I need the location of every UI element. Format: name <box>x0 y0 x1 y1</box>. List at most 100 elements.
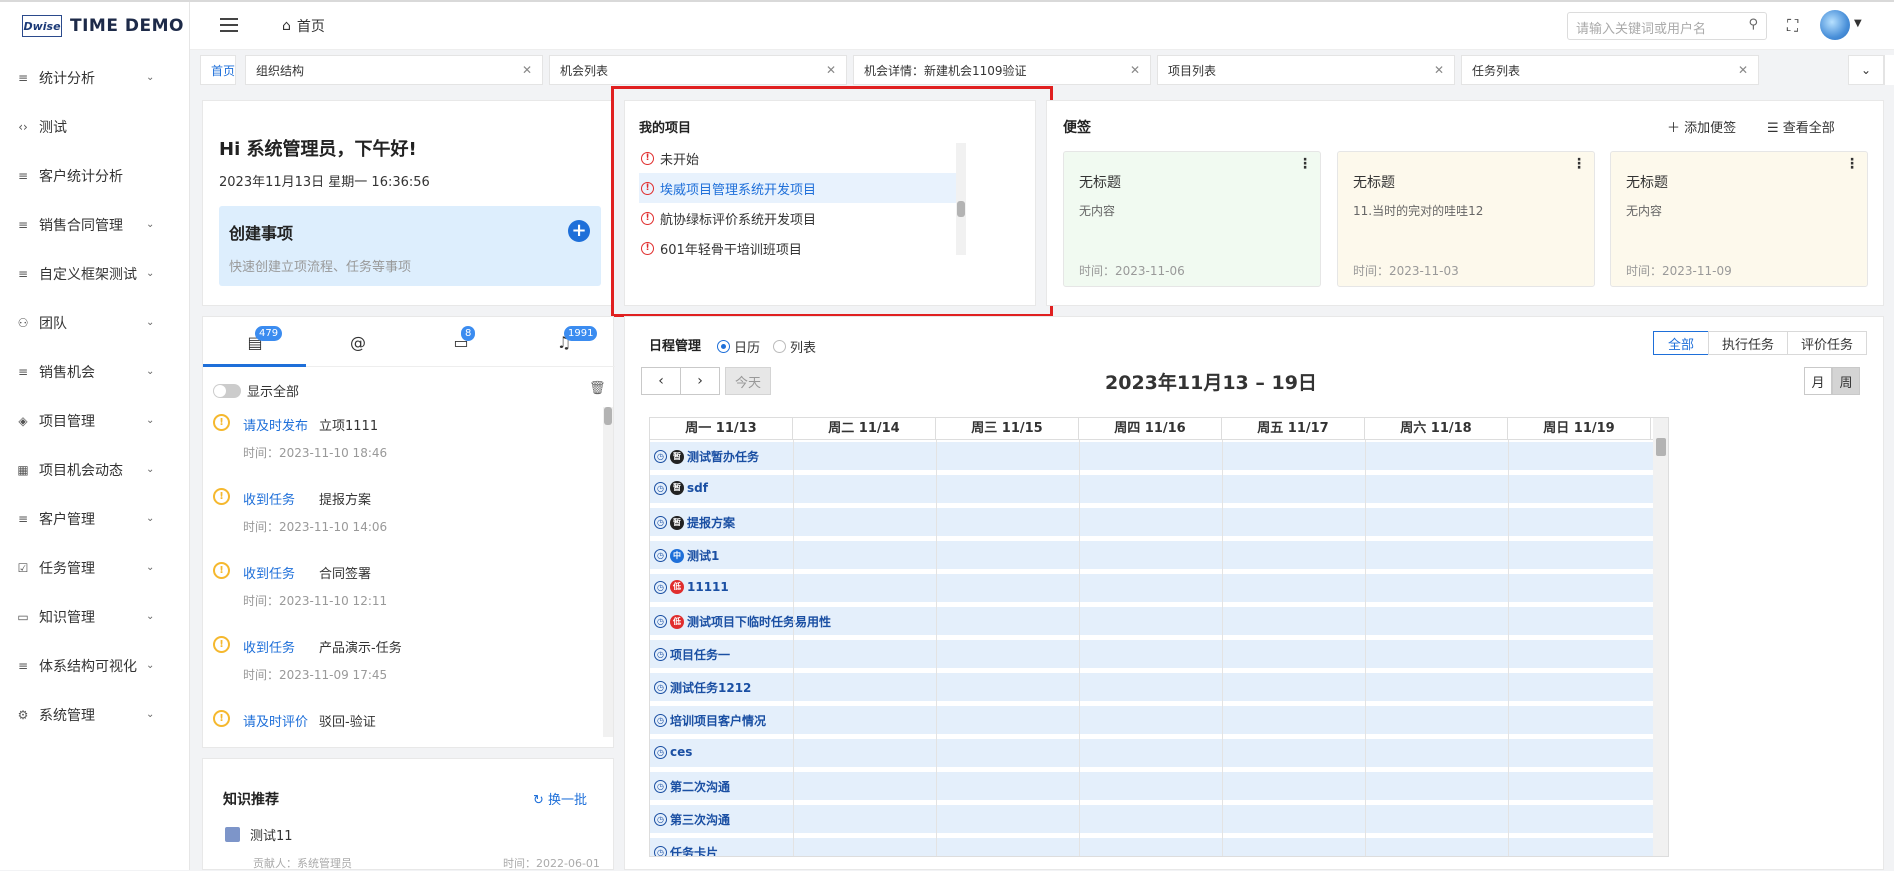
message-type-link[interactable]: 收到任务 <box>243 563 295 582</box>
message-type-link[interactable]: 收到任务 <box>243 637 295 656</box>
sidebar-item[interactable]: ≡ 体系结构可视化 ⌄ <box>0 641 189 690</box>
sidebar-item[interactable]: ≡ 销售合同管理 ⌄ <box>0 200 189 249</box>
close-icon[interactable]: ✕ <box>522 63 532 77</box>
close-icon[interactable]: ✕ <box>1738 63 1748 77</box>
event-bar[interactable] <box>650 805 1653 833</box>
filter-execute-button[interactable]: 执行任务 <box>1708 331 1788 355</box>
refresh-button[interactable]: ↻ 换一批 <box>533 789 587 808</box>
knowledge-item[interactable]: 测试11 <box>225 825 293 844</box>
tab-notifications[interactable]: ♫ 1991 <box>552 326 598 357</box>
calendar-event[interactable]: ◷ 培训项目客户情况 <box>650 705 1653 738</box>
sidebar-item[interactable]: ≡ 客户管理 ⌄ <box>0 494 189 543</box>
close-icon[interactable]: ✕ <box>1130 63 1140 77</box>
calendar-event[interactable]: ◷ 暂提报方案 <box>650 507 1653 540</box>
sidebar-item[interactable]: ▭ 知识管理 ⌄ <box>0 592 189 641</box>
next-week-button[interactable]: › <box>680 367 720 395</box>
calendar-event[interactable]: ◷ 低 11111 <box>650 573 1653 606</box>
message-scrollbar-thumb[interactable] <box>604 407 612 425</box>
breadcrumb[interactable]: ⌂ 首页 <box>282 16 325 36</box>
calendar-event[interactable]: ◷ 任务卡片 <box>650 837 1653 856</box>
message-type-link[interactable]: 请及时评价 <box>243 711 308 730</box>
note-card[interactable]: 无标题 无内容 时间：2023-11-06 ⋮ <box>1063 151 1321 287</box>
filter-evaluate-button[interactable]: 评价任务 <box>1787 331 1867 355</box>
add-note-button[interactable]: ＋ 添加便签 <box>1667 117 1736 136</box>
show-all-toggle[interactable]: 显示全部 <box>213 381 299 400</box>
more-icon[interactable]: ⋮ <box>1298 156 1312 172</box>
fullscreen-icon[interactable]: ⛶ <box>1787 16 1805 35</box>
tab-comments[interactable]: ▭ 8 <box>449 326 476 357</box>
tab-mentions[interactable]: @ <box>346 333 370 357</box>
menu-toggle-icon[interactable] <box>220 18 238 32</box>
event-bar[interactable] <box>650 673 1653 701</box>
message-item[interactable]: !请及时评价驳回-验证时间： <box>213 708 599 737</box>
calendar-scrollbar-thumb[interactable] <box>1656 438 1666 456</box>
message-item[interactable]: ! 收到任务 合同签署 时间：2023-11-10 12:11 <box>213 560 599 634</box>
note-card[interactable]: 无标题 11.当时的完对的哇哇12 时间：2023-11-03 ⋮ <box>1337 151 1595 287</box>
tab-opportunity-detail[interactable]: 机会详情：新建机会1109验证 ✕ <box>853 55 1151 85</box>
message-scrollbar[interactable] <box>603 407 613 737</box>
event-bar[interactable] <box>650 508 1653 536</box>
sidebar-item[interactable]: ▦ 项目机会动态 ⌄ <box>0 445 189 494</box>
add-icon[interactable]: + <box>568 220 590 242</box>
more-icon[interactable]: ⋮ <box>1845 156 1859 172</box>
calendar-event[interactable]: ◷ 暂 sdf <box>650 474 1653 507</box>
month-view-button[interactable]: 月 <box>1804 367 1832 395</box>
calendar-event[interactable]: ◷ 低测试项目下临时任务易用性 <box>650 606 1653 639</box>
event-bar[interactable] <box>650 838 1653 856</box>
event-bar[interactable] <box>650 739 1653 767</box>
event-bar[interactable] <box>650 772 1653 800</box>
tab-home[interactable]: 首页 <box>200 55 236 85</box>
calendar-event[interactable]: ◷ 项目任务一 <box>650 639 1653 672</box>
message-item[interactable]: ! 收到任务 提报方案 时间：2023-11-10 14:06 <box>213 486 599 560</box>
view-all-notes-button[interactable]: ☰ 查看全部 <box>1767 117 1835 136</box>
sidebar-item[interactable]: ≡ 客户统计分析 <box>0 151 189 200</box>
list-mode-radio[interactable]: 列表 <box>773 337 816 356</box>
tab-dropdown-button[interactable]: ⌄ <box>1848 55 1884 85</box>
tab-project-list[interactable]: 项目列表 ✕ <box>1157 55 1455 85</box>
search-input[interactable]: 请输入关键词或用户名 ⚲ <box>1567 12 1767 40</box>
message-type-link[interactable]: 收到任务 <box>243 489 295 508</box>
calendar-mode-radio[interactable]: 日历 <box>717 337 760 356</box>
calendar-event[interactable]: ◷ 中测试1 <box>650 540 1653 573</box>
search-icon[interactable]: ⚲ <box>1748 17 1758 32</box>
message-item[interactable]: ! 请及时发布 立项1111 时间：2023-11-10 18:46 <box>213 412 599 486</box>
sidebar-item[interactable]: ⚇ 团队 ⌄ <box>0 298 189 347</box>
calendar-scrollbar[interactable] <box>1653 418 1668 856</box>
week-view-button[interactable]: 周 <box>1832 367 1860 395</box>
prev-week-button[interactable]: ‹ <box>641 367 681 395</box>
sidebar-item[interactable]: ◈ 项目管理 ⌄ <box>0 396 189 445</box>
event-bar[interactable] <box>650 442 1653 470</box>
toggle-switch[interactable] <box>213 383 241 398</box>
message-item[interactable]: ! 收到任务 产品演示-任务 时间：2023-11-09 17:45 <box>213 634 599 708</box>
tab-org-structure[interactable]: 组织结构 ✕ <box>245 55 543 85</box>
calendar-event[interactable]: ◷ 第二次沟通 <box>650 771 1653 804</box>
sidebar-item[interactable]: ≡ 统计分析 ⌄ <box>0 53 189 102</box>
event-bar[interactable] <box>650 706 1653 734</box>
today-button[interactable]: 今天 <box>725 367 771 395</box>
tab-todo[interactable]: ▤ 479 <box>243 326 283 357</box>
event-bar[interactable] <box>650 640 1653 668</box>
sidebar-item[interactable]: ≡ 销售机会 ⌄ <box>0 347 189 396</box>
message-type-link[interactable]: 请及时发布 <box>243 415 308 434</box>
tab-task-list[interactable]: 任务列表 ✕ <box>1461 55 1759 85</box>
sidebar-item[interactable]: ‹› 测试 <box>0 102 189 151</box>
sidebar-item[interactable]: ≡ 自定义框架测试 ⌄ <box>0 249 189 298</box>
calendar-event[interactable]: ◷ 测试任务1212 <box>650 672 1653 705</box>
close-icon[interactable]: ✕ <box>826 63 836 77</box>
event-bar[interactable] <box>650 475 1653 503</box>
tab-opportunity-list[interactable]: 机会列表 ✕ <box>549 55 847 85</box>
trash-icon[interactable]: 🗑 <box>589 381 606 396</box>
sidebar-item[interactable]: ☑ 任务管理 ⌄ <box>0 543 189 592</box>
sidebar-item[interactable]: ⚙ 系统管理 ⌄ <box>0 690 189 739</box>
logo[interactable]: Dwise TIME DEMO <box>0 2 189 50</box>
calendar-event[interactable]: ◷ ces <box>650 738 1653 771</box>
calendar-event[interactable]: ◷ 第三次沟通 <box>650 804 1653 837</box>
calendar-event[interactable]: ◷ 暂测试暂办任务 <box>650 441 1653 474</box>
more-icon[interactable]: ⋮ <box>1572 156 1586 172</box>
create-item-card[interactable]: 创建事项 快速创建立项流程、任务等事项 + <box>219 206 601 286</box>
note-card[interactable]: 无标题 无内容 时间：2023-11-09 ⋮ <box>1610 151 1868 287</box>
event-bar[interactable] <box>650 541 1653 569</box>
close-icon[interactable]: ✕ <box>1434 63 1444 77</box>
avatar[interactable] <box>1820 10 1850 40</box>
filter-all-button[interactable]: 全部 <box>1653 331 1709 355</box>
